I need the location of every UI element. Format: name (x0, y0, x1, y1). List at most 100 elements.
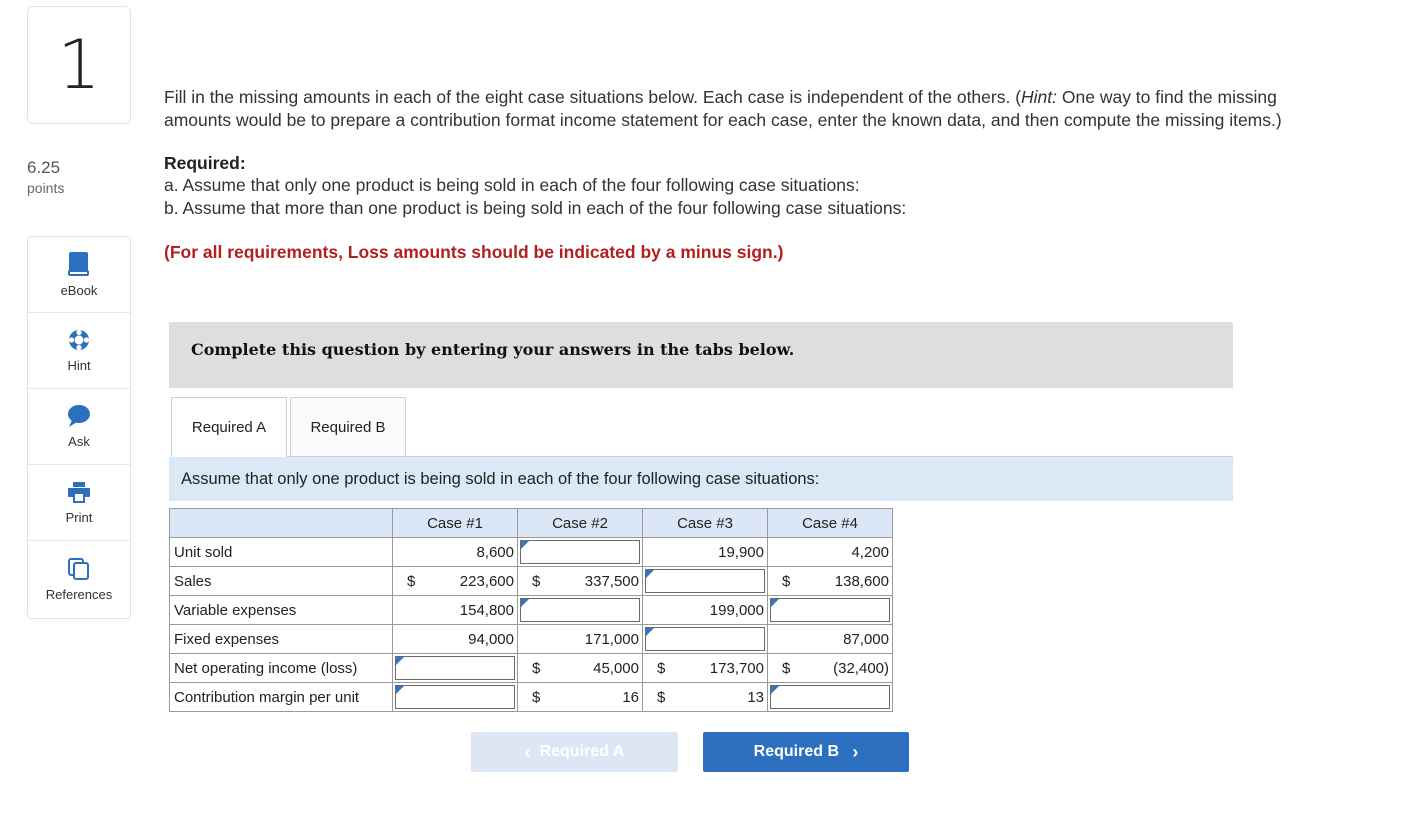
input-flag-icon (521, 599, 529, 607)
tool-ask[interactable]: Ask (28, 389, 130, 465)
banner-text: Complete this question by entering your … (191, 340, 795, 359)
cell-value: 199,000 (709, 602, 764, 619)
case-cell (392, 682, 518, 712)
cell-value: 4,200 (851, 544, 889, 561)
dollar-sign: $ (782, 573, 791, 590)
answer-input[interactable] (520, 598, 640, 622)
cell-value: 154,800 (459, 602, 514, 619)
case-cell (642, 624, 768, 654)
cell-value: 87,000 (843, 631, 889, 648)
case-cell (642, 566, 768, 596)
case-cell: $13 (642, 682, 768, 712)
tool-ebook-label: eBook (60, 283, 98, 298)
required-heading: Required: (164, 153, 246, 173)
table-header: Case #3 (642, 508, 768, 538)
row-label: Unit sold (169, 537, 393, 567)
table-header: Case #2 (517, 508, 643, 538)
loss-note: (For all requirements, Loss amounts shou… (164, 242, 784, 262)
row-label: Variable expenses (169, 595, 393, 625)
case-cell: 4,200 (767, 537, 893, 567)
case-cell: $337,500 (517, 566, 643, 596)
case-cell (517, 595, 643, 625)
answer-input[interactable] (395, 656, 515, 680)
answer-input[interactable] (770, 598, 890, 622)
input-flag-icon (646, 570, 654, 578)
dollar-sign: $ (407, 573, 416, 590)
tools-panel: eBook Hint Ask Print References (27, 236, 131, 619)
cell-value: 173,700 (709, 660, 764, 677)
case-cell: 19,900 (642, 537, 768, 567)
points-label: points (27, 180, 65, 196)
cell-value: 337,500 (584, 573, 639, 590)
required-a-text: a. Assume that only one product is being… (164, 175, 860, 195)
table-row: Contribution margin per unit $16 $13 (169, 682, 893, 712)
case-cell: $45,000 (517, 653, 643, 683)
table-row: Fixed expenses 94,000 171,000 87,000 (169, 624, 893, 654)
tab-instruction: Assume that only one product is being so… (169, 457, 1233, 501)
cell-value: (32,400) (833, 660, 889, 677)
tool-hint[interactable]: Hint (28, 313, 130, 389)
tool-print[interactable]: Print (28, 465, 130, 541)
tool-ask-label: Ask (68, 434, 90, 449)
case-cell: $223,600 (392, 566, 518, 596)
tool-ebook[interactable]: eBook (28, 237, 130, 313)
dollar-sign: $ (657, 660, 666, 677)
cell-value: 16 (622, 689, 639, 706)
dollar-sign: $ (532, 573, 541, 590)
case-cell: 199,000 (642, 595, 768, 625)
next-required-b-button[interactable]: Required B › (703, 732, 909, 772)
case-cell (517, 537, 643, 567)
case-cell: 171,000 (517, 624, 643, 654)
case-cell: 154,800 (392, 595, 518, 625)
chevron-left-icon: ‹ (524, 741, 531, 762)
input-flag-icon (771, 686, 779, 694)
case-cell: $16 (517, 682, 643, 712)
cell-value: 171,000 (584, 631, 639, 648)
table-header: Case #1 (392, 508, 518, 538)
points-value: 6.25 (27, 158, 61, 177)
table-header: Case #4 (767, 508, 893, 538)
case-cell: 87,000 (767, 624, 893, 654)
tab-bar: Required A Required B (171, 397, 406, 457)
instructions-banner: Complete this question by entering your … (169, 322, 1233, 388)
tool-print-label: Print (65, 510, 93, 525)
answer-input[interactable] (520, 540, 640, 564)
case-cell: $138,600 (767, 566, 893, 596)
input-flag-icon (396, 686, 404, 694)
tab-required-b[interactable]: Required B (290, 397, 406, 457)
table-row: Variable expenses 154,800 199,000 (169, 595, 893, 625)
answer-input[interactable] (645, 569, 765, 593)
prev-button-label: Required A (539, 743, 625, 760)
question-content: Fill in the missing amounts in each of t… (164, 86, 1324, 263)
tool-references[interactable]: References (28, 541, 130, 618)
chat-bubble-icon (68, 405, 90, 427)
table-row: Unit sold 8,600 19,900 4,200 (169, 537, 893, 567)
table-header (169, 508, 393, 538)
cell-value: 45,000 (593, 660, 639, 677)
tab-required-a[interactable]: Required A (171, 397, 287, 457)
cell-value: 223,600 (459, 573, 514, 590)
answer-input[interactable] (395, 685, 515, 709)
input-flag-icon (396, 657, 404, 665)
dollar-sign: $ (532, 660, 541, 677)
table-header-row: Case #1 Case #2 Case #3 Case #4 (169, 508, 893, 538)
tab-instruction-text: Assume that only one product is being so… (181, 470, 820, 488)
answer-input[interactable] (770, 685, 890, 709)
tool-references-label: References (45, 587, 113, 602)
intro-text: Fill in the missing amounts in each of t… (164, 87, 1282, 130)
cell-value: 13 (747, 689, 764, 706)
case-cell (392, 653, 518, 683)
table-row: Net operating income (loss) $45,000 $173,7… (169, 653, 893, 683)
next-button-label: Required B (753, 743, 839, 760)
cell-value: 94,000 (468, 631, 514, 648)
table-row: Sales $223,600 $337,500 $138,600 (169, 566, 893, 596)
prev-required-a-button[interactable]: ‹ Required A (471, 732, 678, 772)
row-label: Contribution margin per unit (169, 682, 393, 712)
row-label: Sales (169, 566, 393, 596)
answer-input[interactable] (645, 627, 765, 651)
hint-word: Hint: (1021, 87, 1058, 107)
case-cell: 94,000 (392, 624, 518, 654)
dollar-sign: $ (532, 689, 541, 706)
case-cell: $173,700 (642, 653, 768, 683)
points-block: 6.25 points (27, 158, 64, 196)
